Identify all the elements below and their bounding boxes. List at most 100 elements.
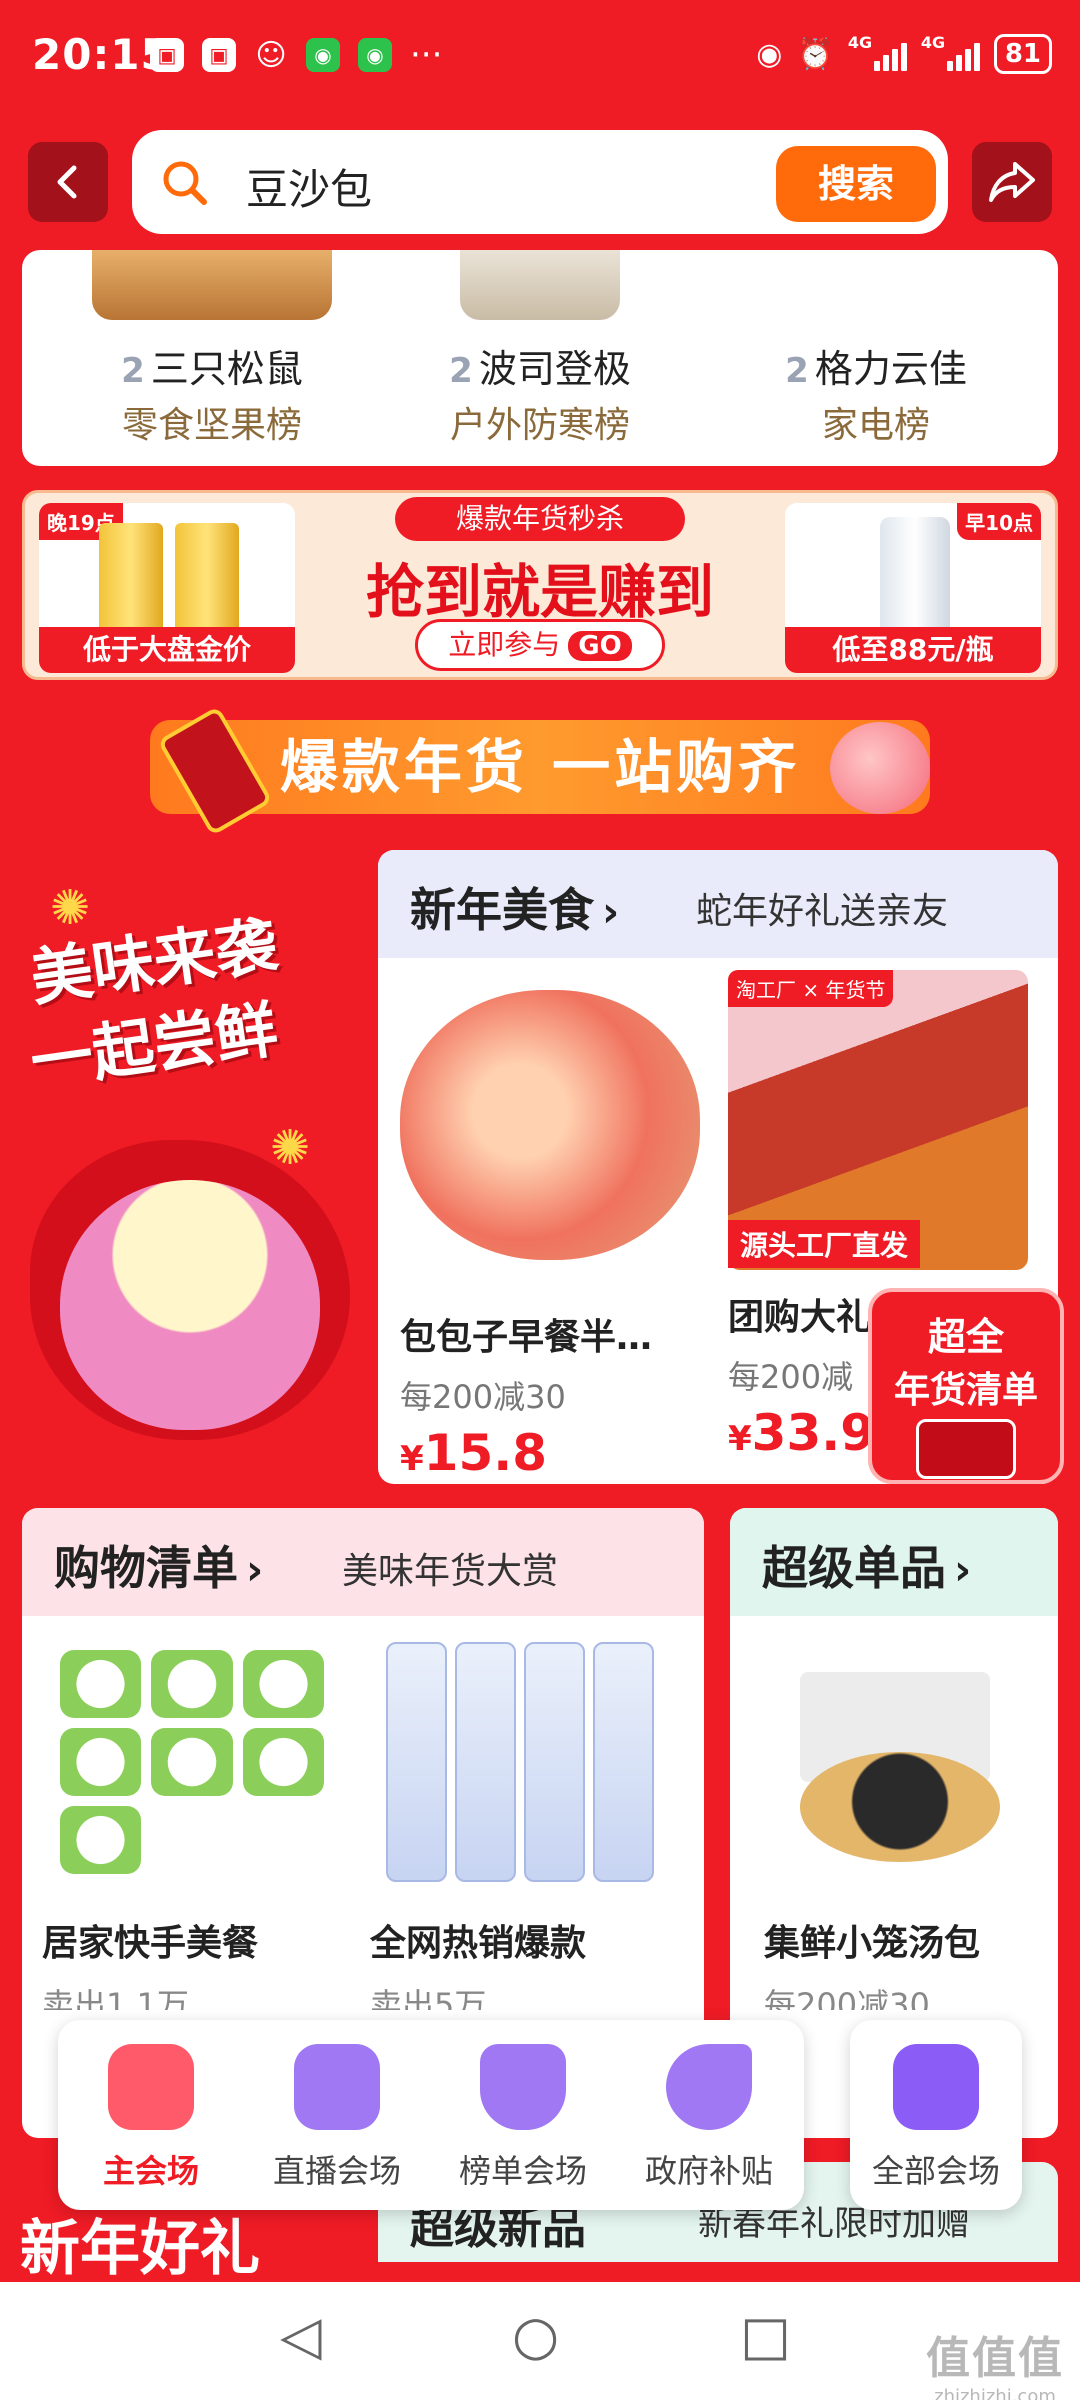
flash-sale-title: 抢到就是赚到 — [365, 558, 714, 626]
go-label: GO — [568, 631, 632, 661]
tab-label: 政府补贴 — [644, 2152, 773, 2190]
nav-home-icon[interactable]: ○ — [512, 2304, 559, 2367]
flash-sale-banner[interactable]: 晚19点 低于大盘金价 爆款年货秒杀 抢到就是赚到 立即参与 GO 早10点 低至… — [22, 490, 1058, 680]
ranking-item[interactable]: 2 三只松鼠 零食坚果榜 — [62, 250, 362, 466]
product-name: 包包子早餐半… — [400, 1317, 653, 1358]
nuts-thumbnail — [92, 250, 332, 320]
grid-icon — [893, 2044, 979, 2130]
product-image: 淘工厂 × 年货节 源头工厂直发 — [728, 970, 1028, 1270]
card-subtitle: 美味年货大赏 — [342, 1551, 559, 1592]
ranking-brand: 波司登极 — [478, 347, 631, 391]
gold-bar-image — [99, 523, 239, 633]
product-name: 居家快手美餐 — [42, 1923, 259, 1964]
card-subtitle: 蛇年好礼送亲友 — [696, 891, 949, 932]
share-button[interactable] — [972, 142, 1052, 222]
deal-caption: 低至88元/瓶 — [785, 627, 1041, 673]
status-bar: 20:15 ▣ ▣ ☺ ◉ ◉ ··· ◉ ⏰ 4G 4G 81 — [0, 0, 1080, 118]
product-name: 集鲜小笼汤包 — [764, 1923, 981, 1964]
apple-image — [400, 990, 700, 1260]
product-item[interactable]: 居家快手美餐 卖出1.1万 — [42, 1632, 358, 2010]
wechat-icon: ◉ — [358, 38, 392, 72]
search-query: 豆沙包 — [246, 165, 373, 214]
card-header[interactable]: 新年美食 › 蛇年好礼送亲友 — [378, 850, 1058, 958]
ranking-item[interactable]: 2 波司登极 户外防寒榜 — [390, 250, 690, 466]
liquor-deal[interactable]: 早10点 低至88元/瓶 — [785, 503, 1041, 673]
tab-label: 榜单会场 — [458, 2152, 587, 2190]
join-now-button[interactable]: 立即参与 GO — [415, 619, 665, 671]
product-name: 全网热销爆款 — [370, 1923, 587, 1964]
search-input[interactable]: 豆沙包 搜索 — [132, 130, 948, 234]
tab-main-venue[interactable]: 主会场 — [58, 2020, 244, 2210]
chevron-right-icon: › — [246, 1545, 264, 1594]
rank-badge: 2 — [121, 351, 145, 391]
deal-caption: 低于大盘金价 — [39, 627, 295, 673]
tab-government-subsidy[interactable]: 政府补贴 — [616, 2020, 802, 2210]
card-title: 超级单品 › — [762, 1541, 972, 1595]
product-caption: 源头工厂直发 — [728, 1220, 921, 1268]
product-item[interactable]: 包包子早餐半… 每200减30 ¥15.8 — [400, 970, 716, 1482]
live-camera-icon — [294, 2044, 380, 2130]
product-promo: 每200减30 — [764, 1986, 930, 2010]
rank-badge: 2 — [785, 351, 809, 391]
more-notifications-icon: ··· — [410, 35, 443, 75]
nav-recents-icon[interactable]: □ — [740, 2304, 791, 2367]
new-year-gift-title: 新年好礼 — [20, 2214, 260, 2284]
left-promo[interactable]: ✺ 美味来袭 一起尝鲜 ✺ — [20, 880, 360, 1440]
tab-label: 主会场 — [102, 2152, 199, 2190]
product-sales: 卖出1.1万 — [42, 1986, 189, 2010]
eye-icon: ◉ — [756, 36, 783, 72]
venue-tab-bar: 主会场 直播会场 榜单会场 政府补贴 — [58, 2020, 804, 2210]
badge-line: 超全 — [927, 1315, 1004, 1359]
alarm-icon: ⏰ — [796, 36, 834, 72]
product-promo: 每200减30 — [400, 1378, 566, 1416]
gold-deal[interactable]: 晚19点 低于大盘金价 — [39, 503, 295, 673]
dumplings-image — [42, 1632, 342, 1892]
dessert-bowl-image — [60, 1180, 320, 1430]
notification-icons: ▣ ▣ ☺ ◉ ◉ ··· — [150, 35, 443, 75]
ranking-brand: 三只松鼠 — [150, 347, 303, 391]
time-tag: 早10点 — [957, 503, 1041, 540]
ranking-category: 零食坚果榜 — [121, 405, 302, 446]
tab-label: 全部会场 — [871, 2152, 1000, 2190]
ranking-brand: 格力云佳 — [814, 347, 967, 391]
back-button[interactable] — [28, 142, 108, 222]
year-goods-list-badge[interactable]: 超全 年货清单 — [868, 1288, 1064, 1484]
sparkle-icon: ✺ — [270, 1120, 311, 1176]
taobao-notification-icon: ▣ — [150, 38, 184, 72]
flash-sale-tag: 爆款年货秒杀 — [395, 497, 685, 541]
product-item[interactable]: 全网热销爆款 卖出5万 — [370, 1632, 686, 2010]
ranking-category: 户外防寒榜 — [449, 405, 630, 446]
search-header: 豆沙包 搜索 — [0, 118, 1080, 244]
ranking-item[interactable]: 2 格力云佳 家电榜 — [726, 250, 1026, 466]
tab-live-venue[interactable]: 直播会场 — [244, 2020, 430, 2210]
product-price: ¥15.8 — [400, 1424, 548, 1482]
product-tag: 淘工厂 × 年货节 — [728, 970, 894, 1007]
card-title: 购物清单 › — [54, 1541, 264, 1595]
sweater-icon — [916, 1419, 1016, 1479]
card-header[interactable]: 购物清单 › 美味年货大赏 — [22, 1508, 704, 1616]
search-icon — [163, 161, 207, 205]
ranking-category: 家电榜 — [821, 405, 930, 446]
system-navigation-bar: ◁ ○ □ — [0, 2282, 1080, 2400]
tab-all-venues[interactable]: 全部会场 — [850, 2020, 1022, 2210]
tab-label: 直播会场 — [272, 2152, 401, 2190]
soup-bun-image — [740, 1632, 1040, 1892]
badge-line: 年货清单 — [893, 1370, 1038, 1411]
rank-badge: 2 — [449, 351, 473, 391]
arrow-down-icon — [666, 2044, 752, 2130]
tab-ranking-venue[interactable]: 榜单会场 — [430, 2020, 616, 2210]
wechat-icon: ◉ — [306, 38, 340, 72]
signal-icon: 4G — [848, 33, 907, 71]
search-button[interactable]: 搜索 — [776, 146, 936, 222]
nav-back-icon[interactable]: ◁ — [280, 2304, 322, 2367]
signal-icon: 4G — [921, 33, 980, 71]
chevron-left-icon — [57, 165, 77, 199]
main-venue-icon — [108, 2044, 194, 2130]
chevron-right-icon: › — [602, 887, 620, 936]
watermark: 值值值 zhizhizhi.com — [926, 2333, 1064, 2400]
mascot-notification-icon: ☺ — [255, 37, 287, 73]
chevron-right-icon: › — [954, 1545, 972, 1594]
card-header[interactable]: 超级单品 › — [730, 1508, 1058, 1616]
product-item[interactable]: 集鲜小笼汤包 每200减30 — [740, 1632, 1056, 2010]
ranking-card: 2 三只松鼠 零食坚果榜 2 波司登极 户外防寒榜 2 格力云佳 家电榜 — [22, 250, 1058, 466]
